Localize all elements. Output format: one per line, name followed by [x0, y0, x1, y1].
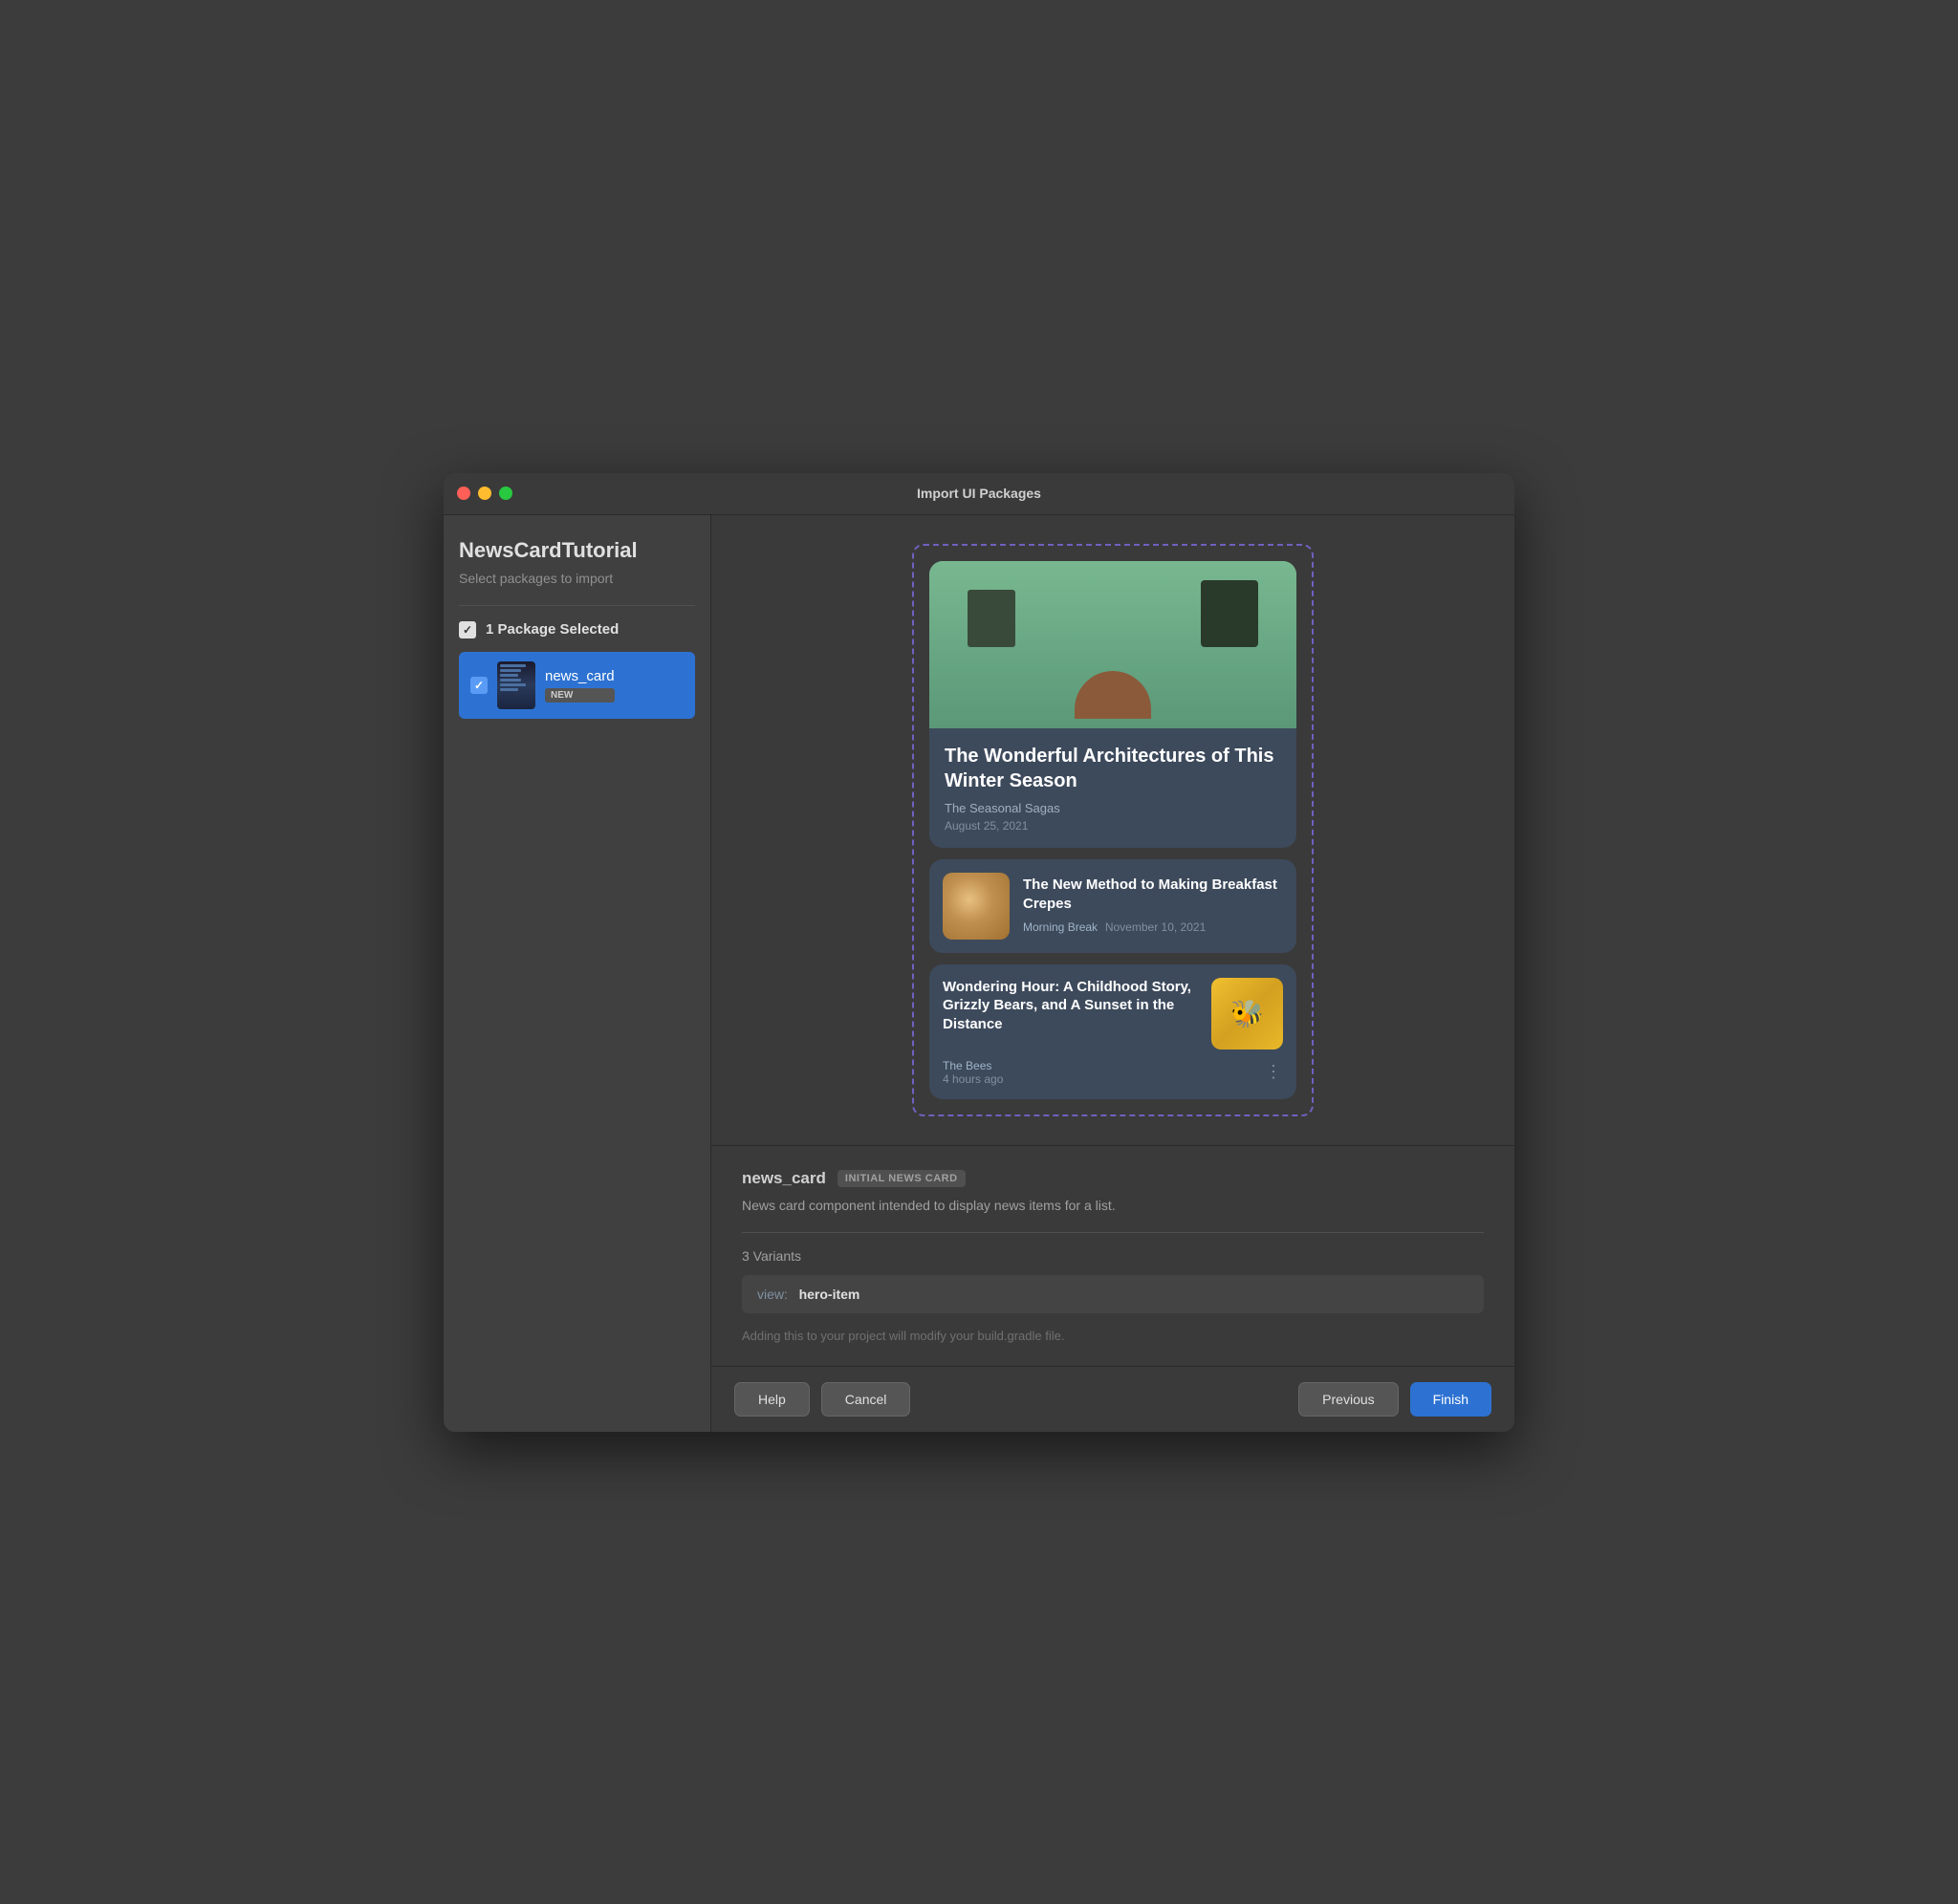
- finish-button[interactable]: Finish: [1410, 1382, 1491, 1417]
- variant-key: view:: [757, 1287, 788, 1302]
- more-dots-icon[interactable]: ⋮: [1265, 1062, 1283, 1082]
- side-content: The New Method to Making Breakfast Crepe…: [1023, 876, 1283, 936]
- package-badge: NEW: [545, 688, 615, 703]
- titlebar: Import UI Packages: [444, 473, 1514, 515]
- details-badge: INITIAL NEWS CARD: [838, 1170, 966, 1187]
- thumb-bar-2: [500, 669, 521, 672]
- right-card-bottom: The Bees 4 hours ago ⋮: [943, 1059, 1283, 1086]
- package-selected-row: 1 Package Selected: [459, 621, 695, 638]
- main-layout: NewsCardTutorial Select packages to impo…: [444, 515, 1514, 1432]
- right-title: Wondering Hour: A Childhood Story, Grizz…: [943, 978, 1198, 1034]
- package-info: news_card NEW: [545, 668, 615, 703]
- window-shutters-left: [968, 590, 1015, 647]
- details-panel: news_card INITIAL NEWS CARD News card co…: [711, 1145, 1514, 1366]
- footer-right: Previous Finish: [1298, 1382, 1491, 1417]
- news-card-side: The New Method to Making Breakfast Crepe…: [929, 859, 1296, 953]
- preview-area: The Wonderful Architectures of This Wint…: [711, 515, 1514, 1145]
- details-description: News card component intended to display …: [742, 1198, 1484, 1213]
- preview-frame: The Wonderful Architectures of This Wint…: [912, 544, 1314, 1116]
- variants-label: 3 Variants: [742, 1248, 1484, 1264]
- footer: Help Cancel Previous Finish: [711, 1366, 1514, 1432]
- window-title: Import UI Packages: [917, 486, 1041, 501]
- hero-title: The Wonderful Architectures of This Wint…: [945, 744, 1281, 793]
- minimize-button[interactable]: [478, 487, 491, 500]
- hero-date: August 25, 2021: [945, 819, 1281, 833]
- sidebar: NewsCardTutorial Select packages to impo…: [444, 515, 711, 1432]
- cancel-button[interactable]: Cancel: [821, 1382, 911, 1417]
- sidebar-divider: [459, 605, 695, 606]
- side-image: [943, 873, 1010, 940]
- previous-button[interactable]: Previous: [1298, 1382, 1398, 1417]
- help-button[interactable]: Help: [734, 1382, 810, 1417]
- variant-value: hero-item: [799, 1287, 860, 1302]
- bee-icon: 🐝: [1230, 998, 1264, 1029]
- thumb-bar-1: [500, 664, 526, 667]
- news-card-right: Wondering Hour: A Childhood Story, Grizz…: [929, 964, 1296, 1099]
- footer-left: Help Cancel: [734, 1382, 910, 1417]
- right-content: Wondering Hour: A Childhood Story, Grizz…: [943, 978, 1198, 1049]
- package-checkbox[interactable]: [470, 677, 488, 694]
- thumb-bar-4: [500, 679, 521, 682]
- project-name: NewsCardTutorial: [459, 538, 695, 563]
- thumb-bar-3: [500, 674, 518, 677]
- sidebar-subtitle: Select packages to import: [459, 571, 695, 586]
- details-divider: [742, 1232, 1484, 1233]
- side-image-crepe: [943, 873, 1010, 940]
- package-thumbnail: [497, 661, 535, 709]
- right-bottom-left: The Bees 4 hours ago: [943, 1059, 1003, 1086]
- variant-row: view: hero-item: [742, 1275, 1484, 1313]
- content-area: The Wonderful Architectures of This Wint…: [711, 515, 1514, 1432]
- thumb-bar-6: [500, 688, 518, 691]
- thumb-bar-5: [500, 683, 526, 686]
- hero-image: [929, 561, 1296, 728]
- hero-source: The Seasonal Sagas: [945, 801, 1281, 815]
- hero-content: The Wonderful Architectures of This Wint…: [929, 728, 1296, 848]
- right-source: The Bees: [943, 1059, 1003, 1072]
- side-source: Morning Break: [1023, 920, 1098, 934]
- package-count-checkbox[interactable]: [459, 621, 476, 638]
- side-title: The New Method to Making Breakfast Crepe…: [1023, 876, 1283, 913]
- right-time: 4 hours ago: [943, 1072, 1003, 1086]
- details-header: news_card INITIAL NEWS CARD: [742, 1169, 1484, 1188]
- side-date: November 10, 2021: [1102, 920, 1207, 934]
- main-window: Import UI Packages NewsCardTutorial Sele…: [444, 473, 1514, 1432]
- close-button[interactable]: [457, 487, 470, 500]
- right-image: 🐝: [1211, 978, 1283, 1049]
- news-card-hero: The Wonderful Architectures of This Wint…: [929, 561, 1296, 848]
- right-card-top: Wondering Hour: A Childhood Story, Grizz…: [943, 978, 1283, 1049]
- window-shutters-right: [1201, 580, 1258, 647]
- details-name: news_card: [742, 1169, 826, 1188]
- traffic-lights: [457, 487, 512, 500]
- maximize-button[interactable]: [499, 487, 512, 500]
- package-count-label: 1 Package Selected: [486, 621, 619, 638]
- package-thumbnail-inner: [497, 661, 535, 709]
- details-note: Adding this to your project will modify …: [742, 1329, 1484, 1343]
- package-item-news-card[interactable]: news_card NEW: [459, 652, 695, 719]
- package-name: news_card: [545, 668, 615, 684]
